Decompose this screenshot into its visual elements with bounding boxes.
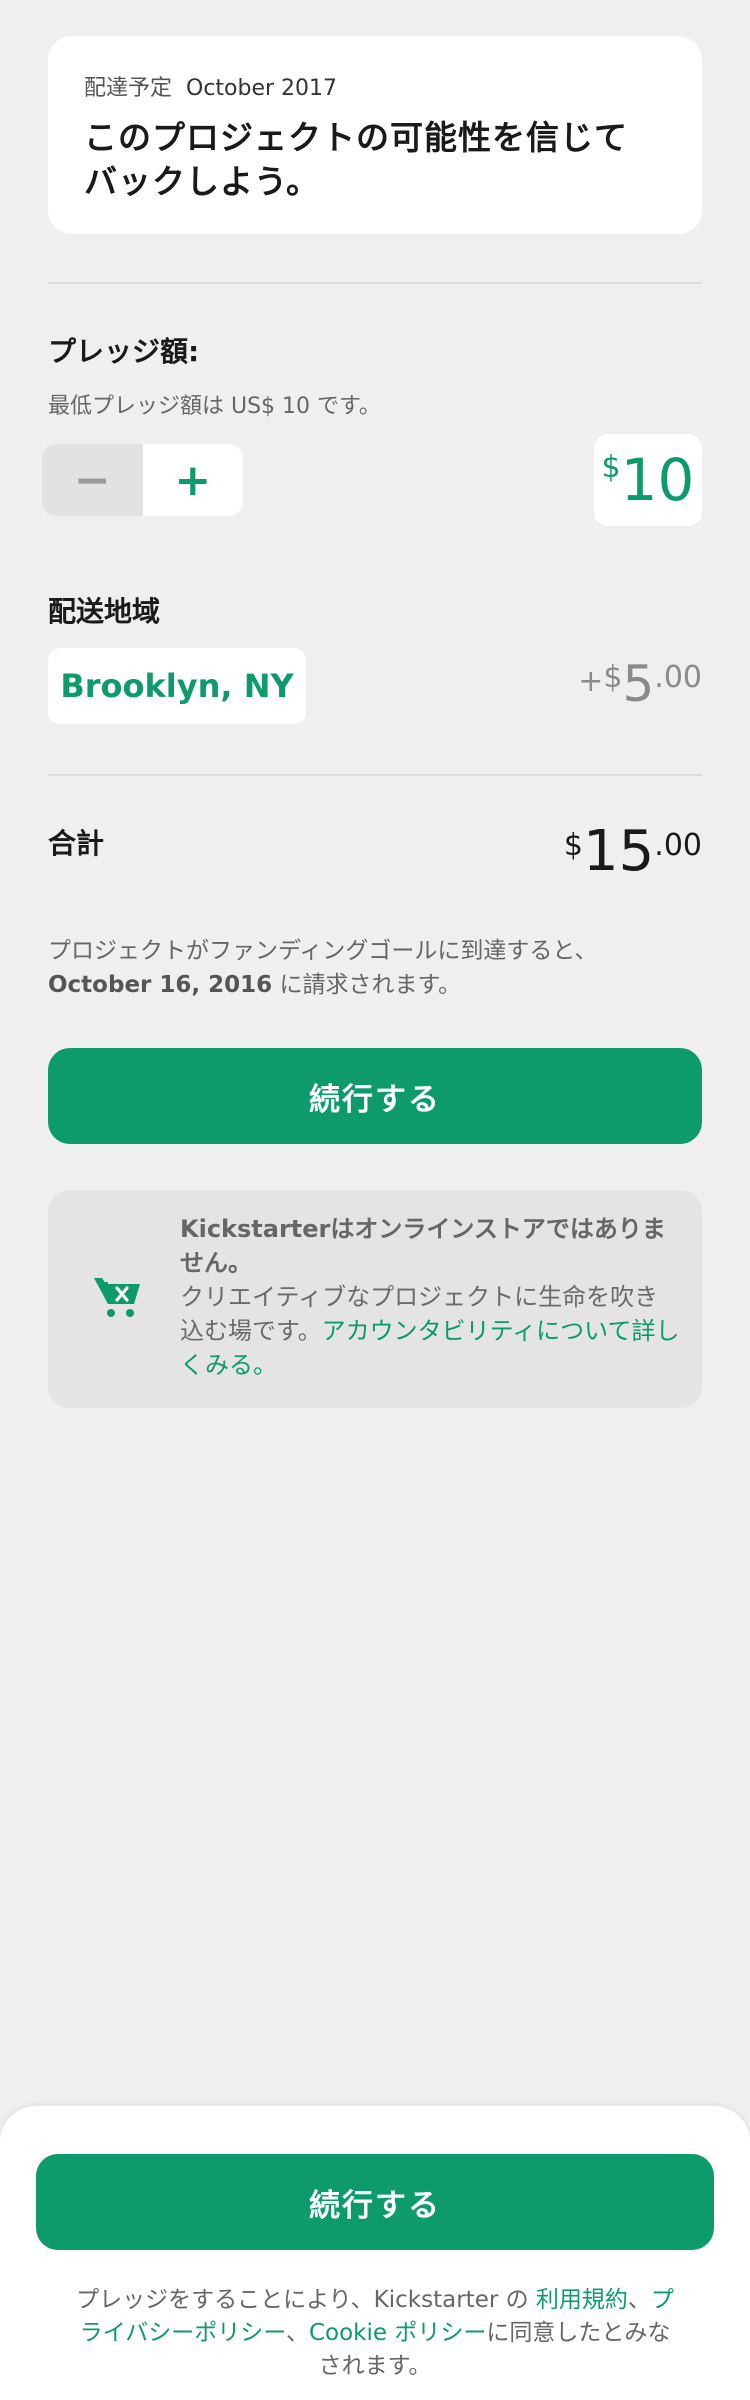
pledge-screen: 配達予定 October 2017 このプロジェクトの可能性を信じて バックしよ… [0, 0, 750, 2400]
terms-separator: 、 [627, 2287, 651, 2313]
charge-note-suffix: に請求されます。 [272, 972, 462, 998]
minimum-pledge-note: 最低プレッジ額は US$ 10 です。 [48, 394, 381, 419]
accountability-text: Kickstarterはオンラインストアではありません。 クリエイティブなプロジ… [180, 1212, 680, 1382]
not-a-store-text: Kickstarterはオンラインストアではありません。 [180, 1215, 666, 1277]
charge-note-line-1: プロジェクトがファンディングゴールに到達すると、 [48, 938, 598, 964]
shipping-cost-cents: .00 [654, 660, 702, 695]
shipping-cost-whole: 5 [622, 655, 655, 713]
pledge-amount-value: 10 [620, 446, 695, 514]
shipping-cost-prefix: + [578, 664, 604, 699]
shipping-location-selector[interactable]: Brooklyn, NY [48, 648, 306, 724]
total-currency: $ [563, 828, 584, 863]
decrement-button[interactable]: − [42, 444, 143, 516]
estimated-delivery: 配達予定 October 2017 [84, 70, 666, 102]
total-whole: 15 [583, 819, 655, 884]
pledge-amount-input[interactable]: $ 10 [594, 434, 702, 526]
reward-title-line-2: バックしよう。 [84, 162, 321, 201]
divider [48, 774, 702, 776]
reward-title-line-1: このプロジェクトの可能性を信じて [84, 118, 628, 157]
continue-button[interactable]: 続行する [48, 1048, 702, 1144]
pledge-amount-title: プレッジ額: [48, 335, 200, 368]
bottom-action-sheet: 続行する プレッジをすることにより、Kickstarter の 利用規約、プライ… [0, 2106, 750, 2400]
accountability-info-box: Kickstarterはオンラインストアではありません。 クリエイティブなプロジ… [48, 1190, 702, 1408]
charge-note-line-2: October 16, 2016 に請求されます。 [48, 968, 702, 1002]
shopping-cart-x-icon [94, 1278, 140, 1317]
reward-card: 配達予定 October 2017 このプロジェクトの可能性を信じて バックしよ… [48, 36, 702, 234]
total-cents: .00 [654, 828, 702, 863]
terms-note: プレッジをすることにより、Kickstarter の 利用規約、プライバシーポリ… [70, 2284, 680, 2383]
bottom-continue-button[interactable]: 続行する [36, 2154, 714, 2250]
charge-date: October 16, 2016 [48, 972, 273, 998]
terms-of-use-link[interactable]: 利用規約 [536, 2287, 628, 2313]
charge-date-note: プロジェクトがファンディングゴールに到達すると、 October 16, 201… [48, 934, 702, 1002]
reward-title: このプロジェクトの可能性を信じて バックしよう。 [84, 116, 666, 204]
total-label: 合計 [48, 827, 105, 860]
divider [48, 282, 702, 284]
shipping-cost-currency: $ [603, 660, 623, 695]
delivery-label: 配達予定 [84, 76, 173, 101]
pledge-stepper: − + [42, 444, 243, 516]
terms-separator: 、 [285, 2320, 309, 2346]
total-amount: $ 15 .00 [564, 820, 702, 884]
increment-button[interactable]: + [142, 444, 243, 516]
shipping-cost: + $ 5 .00 [578, 654, 702, 714]
shipping-title: 配送地域 [48, 595, 161, 628]
terms-prefix: プレッジをすることにより、Kickstarter の [76, 2287, 536, 2313]
delivery-date: October 2017 [186, 76, 338, 101]
pledge-currency-symbol: $ [601, 450, 621, 485]
cookie-policy-link[interactable]: Cookie ポリシー [309, 2320, 486, 2346]
